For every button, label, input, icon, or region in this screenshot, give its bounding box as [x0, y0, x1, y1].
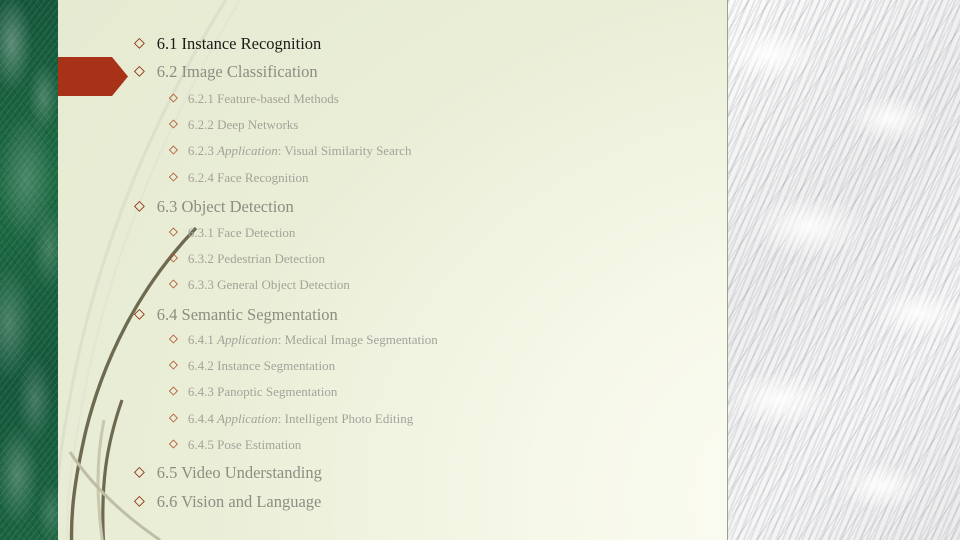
slide-canvas: ◇ 6.1 Instance Recognition ◇ 6.2 Image Clas…: [0, 0, 960, 540]
outline-item-label: 6.1 Instance Recognition: [156, 34, 322, 53]
outline-item-6-3-1[interactable]: ◇ 6.3.1 Face Detection: [169, 225, 295, 241]
diamond-bullet-icon: ◇: [169, 438, 178, 451]
outline-item-6-3[interactable]: ◇ 6.3 Object Detection: [134, 197, 294, 217]
outline-item-6-4-3[interactable]: ◇ 6.4.3 Panoptic Segmentation: [169, 384, 337, 400]
outline-item-6-6[interactable]: ◇ 6.6 Vision and Language: [134, 492, 321, 512]
outline-item-6-4[interactable]: ◇ 6.4 Semantic Segmentation: [134, 305, 338, 325]
outline-item-6-2-2[interactable]: ◇ 6.2.2 Deep Networks: [169, 117, 298, 133]
diamond-bullet-icon: ◇: [134, 36, 145, 51]
outline-item-label: 6.4.4 Application: Intelligent Photo Edi…: [187, 411, 414, 426]
diamond-bullet-icon: ◇: [169, 226, 178, 239]
diamond-bullet-icon: ◇: [169, 144, 178, 157]
outline-item-6-3-3[interactable]: ◇ 6.3.3 General Object Detection: [169, 277, 350, 293]
diamond-bullet-icon: ◇: [134, 465, 145, 480]
outline-item-label: 6.4 Semantic Segmentation: [156, 305, 338, 324]
outline-item-label: 6.2.1 Feature-based Methods: [187, 91, 339, 106]
outline-item-label: 6.2 Image Classification: [156, 62, 318, 81]
diamond-bullet-icon: ◇: [169, 359, 178, 372]
outline-item-label: 6.4.5 Pose Estimation: [187, 437, 302, 452]
outline-item-6-3-2[interactable]: ◇ 6.3.2 Pedestrian Detection: [169, 251, 325, 267]
diamond-bullet-icon: ◇: [134, 199, 145, 214]
outline-item-6-2-3[interactable]: ◇ 6.2.3 Application: Visual Similarity Se…: [169, 143, 411, 159]
outline-item-6-4-2[interactable]: ◇ 6.4.2 Instance Segmentation: [169, 358, 335, 374]
outline-item-6-4-5[interactable]: ◇ 6.4.5 Pose Estimation: [169, 437, 301, 453]
outline-item-label: 6.3.1 Face Detection: [187, 225, 296, 240]
outline-item-6-2[interactable]: ◇ 6.2 Image Classification: [134, 62, 318, 82]
outline-item-6-4-4[interactable]: ◇ 6.4.4 Application: Intelligent Photo Ed…: [169, 411, 413, 427]
diamond-bullet-icon: ◇: [169, 118, 178, 131]
diamond-bullet-icon: ◇: [169, 385, 178, 398]
white-marble-panel: [727, 0, 960, 540]
outline-item-label: 6.3.3 General Object Detection: [187, 277, 350, 292]
outline-item-6-2-4[interactable]: ◇ 6.2.4 Face Recognition: [169, 170, 308, 186]
outline-item-label: 6.2.3 Application: Visual Similarity Sea…: [187, 143, 412, 158]
outline-item-6-5[interactable]: ◇ 6.5 Video Understanding: [134, 463, 322, 483]
diamond-bullet-icon: ◇: [134, 307, 145, 322]
diamond-bullet-icon: ◇: [134, 64, 145, 79]
diamond-bullet-icon: ◇: [134, 494, 145, 509]
outline-item-label: 6.2.2 Deep Networks: [187, 117, 299, 132]
outline-item-6-1[interactable]: ◇ 6.1 Instance Recognition: [134, 34, 321, 54]
diamond-bullet-icon: ◇: [169, 92, 178, 105]
diamond-bullet-icon: ◇: [169, 278, 178, 291]
outline-item-label: 6.3 Object Detection: [156, 197, 294, 216]
outline-item-label: 6.5 Video Understanding: [156, 463, 322, 482]
diamond-bullet-icon: ◇: [169, 252, 178, 265]
outline-item-6-4-1[interactable]: ◇ 6.4.1 Application: Medical Image Segmen…: [169, 332, 438, 348]
diamond-bullet-icon: ◇: [169, 333, 178, 346]
outline-item-label: 6.6 Vision and Language: [156, 492, 322, 511]
diamond-bullet-icon: ◇: [169, 412, 178, 425]
outline-list: ◇ 6.1 Instance Recognition ◇ 6.2 Image Clas…: [0, 0, 727, 540]
outline-item-label: 6.2.4 Face Recognition: [187, 170, 309, 185]
outline-item-label: 6.4.2 Instance Segmentation: [187, 358, 336, 373]
outline-item-6-2-1[interactable]: ◇ 6.2.1 Feature-based Methods: [169, 91, 339, 107]
outline-item-label: 6.4.1 Application: Medical Image Segment…: [187, 332, 438, 347]
outline-item-label: 6.3.2 Pedestrian Detection: [187, 251, 326, 266]
outline-item-label: 6.4.3 Panoptic Segmentation: [187, 384, 338, 399]
diamond-bullet-icon: ◇: [169, 171, 178, 184]
